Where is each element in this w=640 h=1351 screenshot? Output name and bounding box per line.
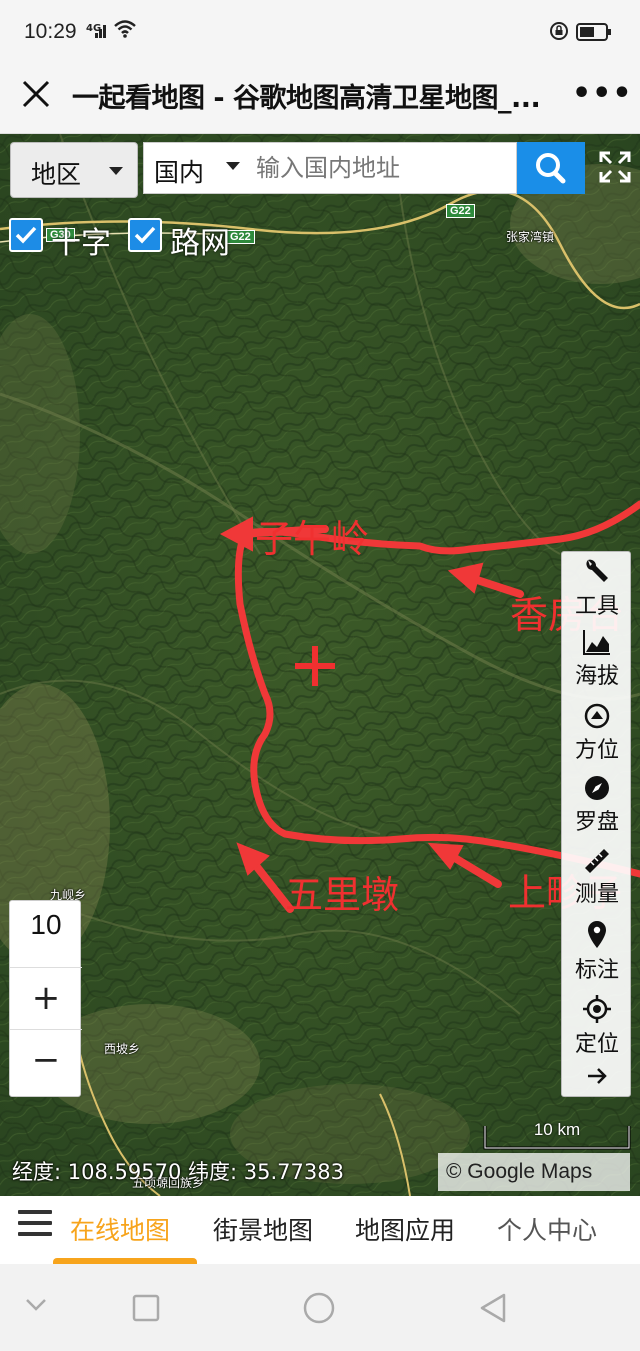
latitude-value: 35.77383	[243, 1160, 344, 1184]
arrow-right-icon	[588, 1068, 607, 1084]
zoom-in-button[interactable]: +	[10, 967, 82, 1027]
bottom-nav: 在线地图 街景地图 地图应用 个人中心	[0, 1196, 640, 1266]
ruler-icon	[585, 849, 609, 873]
wifi-icon	[114, 20, 136, 38]
rotation-lock-icon	[550, 22, 568, 40]
scope-dropdown[interactable]: 国内	[154, 153, 204, 189]
route-annotation: 五里墩	[285, 873, 400, 917]
tool-direction[interactable]: 方位	[562, 702, 632, 764]
direction-icon	[584, 703, 610, 729]
system-nav-bar	[0, 1264, 640, 1351]
tab-online-map[interactable]: 在线地图	[70, 1211, 170, 1247]
latitude-label: 纬度:	[188, 1160, 238, 1184]
fullscreen-icon[interactable]	[598, 150, 632, 184]
highway-shield-g22: G22	[226, 230, 255, 244]
tool-compass-label: 罗盘	[574, 810, 619, 835]
search-input[interactable]	[256, 149, 506, 187]
tool-elevation[interactable]: 海拔	[562, 628, 632, 690]
page-title: 一起看地图 - 谷歌地图高清卫星地图_...	[72, 83, 541, 114]
zoom-out-button[interactable]: −	[10, 1029, 82, 1089]
place-label: 张家湾镇	[506, 230, 555, 244]
locate-icon	[583, 995, 611, 1023]
status-time: 10:29	[24, 20, 77, 43]
menu-icon[interactable]	[18, 1210, 52, 1238]
region-dropdown-label: 地区	[31, 160, 82, 189]
close-icon[interactable]	[18, 76, 54, 112]
tool-locate-label: 定位	[574, 1032, 619, 1057]
checkbox-checked-icon	[9, 218, 43, 252]
map-attribution[interactable]: © Google Maps	[438, 1153, 630, 1191]
place-label: 西坡乡	[104, 1042, 141, 1056]
tab-profile[interactable]: 个人中心	[497, 1211, 597, 1247]
more-menu-icon[interactable]: •••	[572, 76, 633, 111]
chevron-down-icon	[226, 162, 240, 170]
elevation-icon	[583, 630, 610, 655]
chevron-down-icon[interactable]	[24, 1297, 48, 1313]
tool-compass[interactable]: 罗盘	[562, 774, 632, 836]
home-icon[interactable]	[302, 1291, 336, 1325]
search-box: 国内	[143, 142, 517, 194]
zoom-control: 10 + −	[9, 900, 82, 1097]
tab-map-apps[interactable]: 地图应用	[355, 1211, 455, 1247]
tool-direction-label: 方位	[574, 738, 619, 763]
scale-label: 10 km	[533, 1120, 581, 1139]
tool-measure[interactable]: 测量	[562, 846, 632, 908]
satellite-imagery	[0, 134, 640, 1196]
tool-elevation-label: 海拔	[574, 664, 619, 689]
tool-tools[interactable]: 工具	[562, 556, 632, 620]
back-icon[interactable]	[478, 1292, 508, 1324]
zoom-level: 10	[30, 909, 62, 940]
scale-bar: 10 km	[483, 1118, 631, 1152]
toolbar-collapse-button[interactable]	[562, 1064, 632, 1088]
compass-icon	[585, 776, 609, 800]
map-toolbar: 工具 海拔 方位 罗盘 测量 标注 定位	[561, 551, 631, 1097]
status-bar: 10:29 4G	[0, 0, 640, 62]
longitude-label: 经度:	[12, 1160, 62, 1184]
highway-shield-g22: G22	[446, 204, 475, 218]
road-network-toggle-label: 路网	[170, 226, 230, 261]
crosshair-toggle-label: 十字	[51, 226, 111, 261]
search-icon	[536, 153, 566, 184]
pin-icon	[588, 921, 606, 948]
tab-street-view[interactable]: 街景地图	[213, 1211, 313, 1247]
tool-mark-label: 标注	[574, 958, 619, 983]
checkbox-checked-icon	[128, 218, 162, 252]
coordinate-readout: 经度: 108.59570 纬度: 35.77383	[12, 1156, 344, 1186]
battery-icon	[576, 23, 611, 41]
search-button[interactable]	[517, 142, 585, 194]
title-bar: 一起看地图 - 谷歌地图高清卫星地图_... •••	[0, 62, 640, 134]
route-annotation: 子午岭	[255, 517, 370, 561]
tool-measure-label: 测量	[574, 882, 619, 907]
map-view[interactable]: G30 G22 G22 张家湾镇 九岘乡 西坡乡 五顷塬回族乡 子午岭 香房台 …	[0, 134, 640, 1196]
chevron-down-icon	[109, 167, 123, 175]
recent-apps-icon[interactable]	[132, 1294, 160, 1322]
tool-tools-label: 工具	[574, 594, 619, 619]
region-dropdown[interactable]: 地区	[10, 142, 138, 198]
wrench-icon	[586, 559, 608, 582]
tool-locate[interactable]: 定位	[562, 994, 632, 1058]
longitude-value: 108.59570	[67, 1160, 182, 1184]
tool-mark[interactable]: 标注	[562, 920, 632, 984]
signal-icon	[95, 25, 106, 38]
